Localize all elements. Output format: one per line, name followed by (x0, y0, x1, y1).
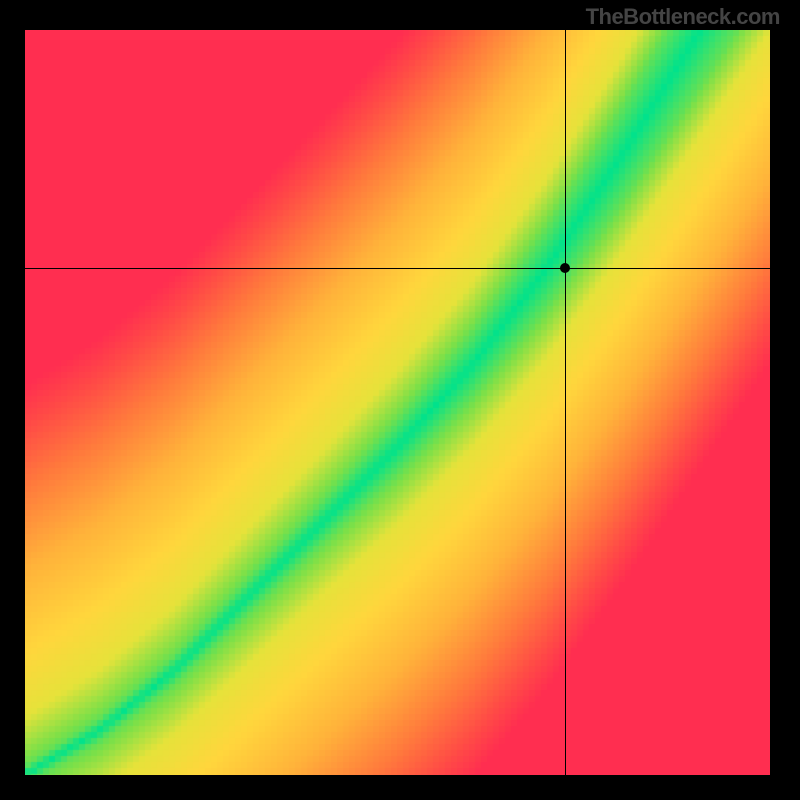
heatmap-container (25, 30, 770, 775)
heatmap-canvas (25, 30, 770, 775)
crosshair-vertical (565, 30, 566, 775)
crosshair-horizontal (25, 268, 770, 269)
crosshair-point (560, 263, 570, 273)
watermark-text: TheBottleneck.com (586, 4, 780, 30)
